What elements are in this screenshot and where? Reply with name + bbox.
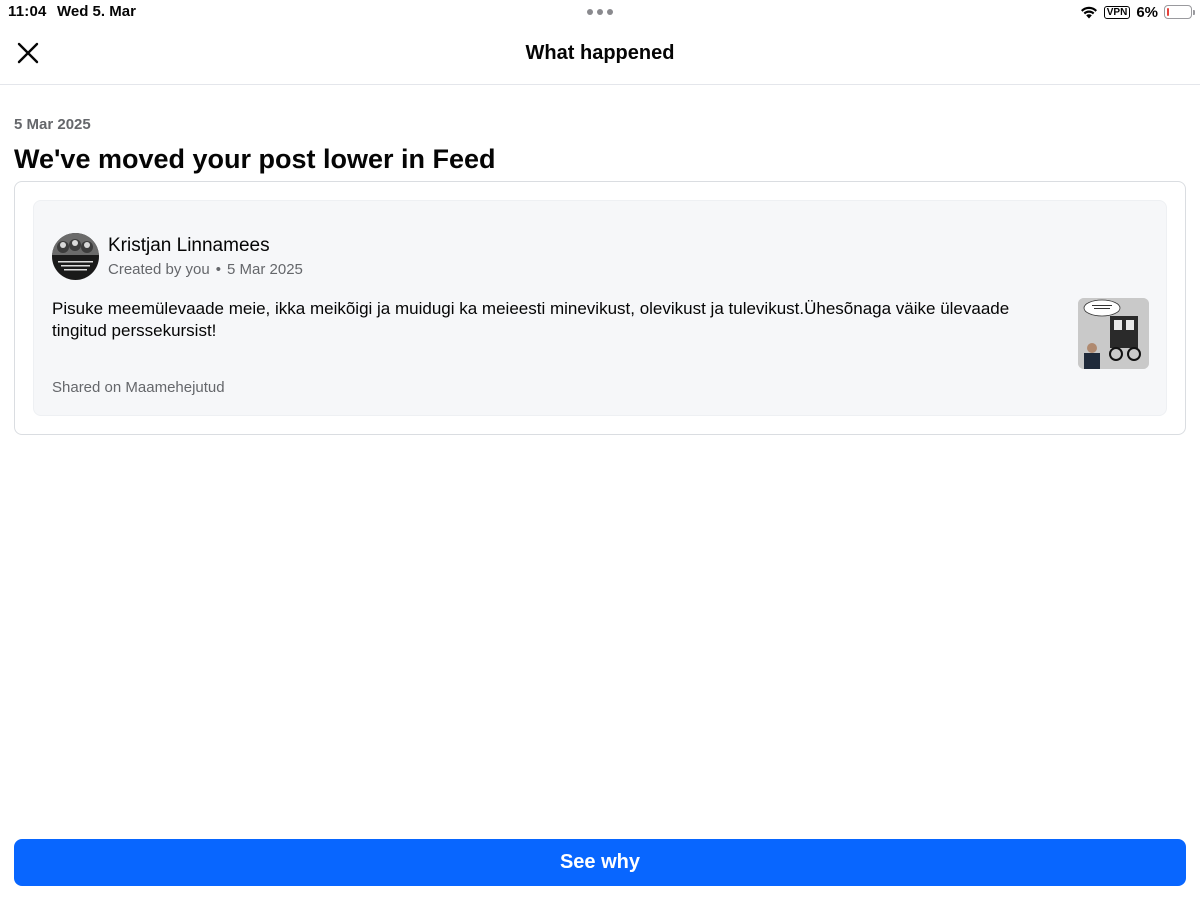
vpn-badge: VPN (1103, 5, 1131, 19)
battery-icon (1164, 5, 1195, 19)
post-thumbnail-image (1078, 298, 1149, 369)
post-meta: Created by you • 5 Mar 2025 (108, 261, 303, 278)
avatar[interactable] (52, 233, 99, 280)
shared-on-label: Shared on Maamehejutud (52, 379, 225, 396)
post-card[interactable]: Kristjan Linnamees Created by you • 5 Mar … (33, 200, 1167, 416)
status-indicators: VPN 6% (1080, 3, 1195, 21)
status-date: Wed 5. Mar (57, 3, 136, 20)
battery-percentage: 6% (1136, 3, 1158, 21)
post-text: Pisuke meemülevaade meie, ikka meikõigi … (52, 299, 1010, 340)
wifi-icon (1080, 6, 1097, 19)
multitasking-dots-icon[interactable] (587, 9, 613, 15)
created-by-label: Created by you (108, 261, 210, 278)
battery-level-fill (1166, 7, 1169, 16)
post-thumbnail[interactable] (1078, 298, 1149, 369)
post-preview-container: Kristjan Linnamees Created by you • 5 Mar … (14, 181, 1186, 435)
status-time: 11:04 (8, 3, 47, 20)
notice-content: 5 Mar 2025 We've moved your post lower i… (14, 86, 1186, 435)
page-title: We've moved your post lower in Feed (14, 144, 496, 174)
see-why-button[interactable]: See why (14, 839, 1186, 886)
meta-separator: • (215, 261, 221, 278)
header-title: What happened (525, 42, 675, 64)
modal-header: What happened (0, 24, 1200, 85)
status-bar: 11:04 Wed 5. Mar VPN 6% (0, 0, 1200, 24)
post-date: 5 Mar 2025 (227, 261, 303, 278)
author-name[interactable]: Kristjan Linnamees (108, 235, 270, 257)
notice-date: 5 Mar 2025 (14, 116, 91, 133)
avatar-image (52, 233, 99, 280)
